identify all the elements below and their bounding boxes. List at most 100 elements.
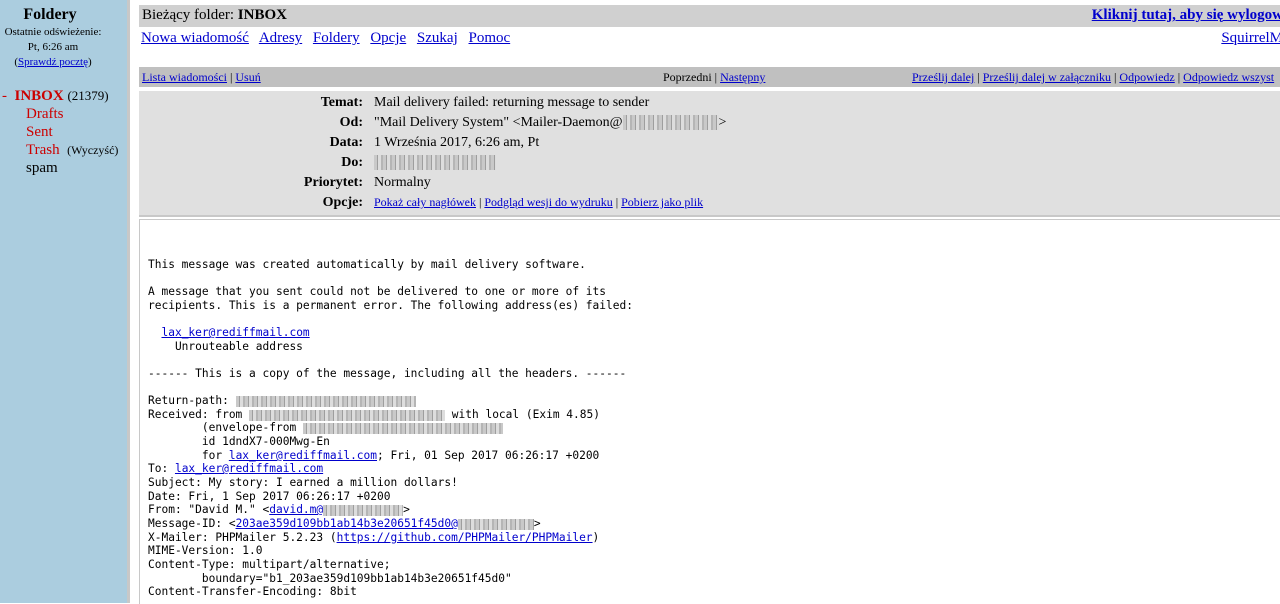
to-label: Do: xyxy=(341,155,363,170)
to-line: To: lax_ker@rediffmail.com xyxy=(148,462,323,476)
failed-address-line: lax_ker@rediffmail.com xyxy=(148,326,309,340)
last-refresh-label: Ostatnie odświeżenie: xyxy=(4,26,102,38)
priority-label: Priorytet: xyxy=(303,175,363,190)
reply-link[interactable]: Odpowiedz xyxy=(1119,70,1174,84)
purge-trash-link[interactable]: (Wyczyść) xyxy=(67,143,118,157)
redacted-return-path xyxy=(235,395,416,407)
current-folder-label: Bieżący folder: xyxy=(142,7,235,23)
folder-spam[interactable]: spam xyxy=(26,160,58,177)
received-line: Received: from with local (Exim 4.85) xyxy=(148,408,600,422)
body-line: MIME-Version: 1.0 xyxy=(148,544,263,557)
nav-addresses[interactable]: Adresy xyxy=(259,30,302,46)
return-path-line: Return-path: xyxy=(148,394,416,408)
date-label: Data: xyxy=(329,135,363,150)
header-priority-row: Priorytet: Normalny xyxy=(139,175,1280,195)
return-path-label: Return-path: xyxy=(148,394,236,407)
header-options-row: Opcje: Pokaż cały nagłówek | Podgląd wes… xyxy=(139,195,1280,215)
nav-folders[interactable]: Foldery xyxy=(313,30,360,46)
folder-sent[interactable]: Sent xyxy=(26,124,53,141)
body-line: id 1dndX7-000Mwg-En xyxy=(148,435,330,448)
date-value: 1 Września 2017, 6:26 am, Pt xyxy=(374,135,540,150)
download-as-file-link[interactable]: Pobierz jako plik xyxy=(621,195,703,209)
to-address-link[interactable]: lax_ker@rediffmail.com xyxy=(175,462,323,475)
next-link[interactable]: Następny xyxy=(720,70,765,84)
toolbar-middle: Poprzedni | Następny xyxy=(663,70,765,85)
body-line: This message was created automatically b… xyxy=(148,258,586,271)
show-full-header-link[interactable]: Pokaż cały nagłówek xyxy=(374,195,476,209)
body-line: Unrouteable address xyxy=(148,340,303,353)
for-label: for xyxy=(148,449,229,462)
nav-search[interactable]: Szukaj xyxy=(417,30,458,46)
body-line: A message that you sent could not be del… xyxy=(148,285,607,298)
nav-compose[interactable]: Nowa wiadomość xyxy=(141,30,249,46)
forward-link[interactable]: Prześlij dalej xyxy=(912,70,974,84)
folder-inbox[interactable]: - INBOX (21379) xyxy=(2,88,109,105)
current-folder-name: INBOX xyxy=(237,7,287,23)
folder-trash: Trash (Wyczyść) xyxy=(26,142,118,159)
from-line-end: > xyxy=(403,503,410,516)
for-line: for lax_ker@rediffmail.com; Fri, 01 Sep … xyxy=(148,449,599,463)
body-line: Subject: My story: I earned a million do… xyxy=(148,476,458,489)
for-date: ; Fri, 01 Sep 2017 06:26:17 +0200 xyxy=(377,449,600,462)
nav-help[interactable]: Pomoc xyxy=(469,30,511,46)
logout-link[interactable]: Kliknij tutaj, aby się wylogow xyxy=(1092,7,1280,24)
check-mail: (Sprawdź pocztę) xyxy=(14,56,92,68)
options-label: Opcje: xyxy=(322,195,363,210)
folder-sidebar: Foldery Ostatnie odświeżenie: Pt, 6:26 a… xyxy=(0,0,127,603)
message-list-link[interactable]: Lista wiadomości xyxy=(142,70,227,84)
from-line-label: From: "David M." < xyxy=(148,503,270,516)
phpmailer-link[interactable]: https://github.com/PHPMailer/PHPMailer xyxy=(337,531,593,544)
message-headers: Temat: Mail delivery failed: returning m… xyxy=(139,91,1280,217)
print-preview-link[interactable]: Podgląd wesji do wydruku xyxy=(484,195,612,209)
forward-attachment-link[interactable]: Prześlij dalej w załączniku xyxy=(983,70,1111,84)
current-folder-bar: Bieżący folder: INBOX Kliknij tutaj, aby… xyxy=(139,5,1280,27)
redacted-recipient xyxy=(374,155,496,171)
folder-inbox-label[interactable]: INBOX xyxy=(15,88,64,104)
previous-disabled: Poprzedni xyxy=(663,70,712,84)
message-id-line: Message-ID: <203ae359d109bb1ab14b3e20651… xyxy=(148,517,541,531)
message-id-label: Message-ID: < xyxy=(148,517,236,530)
message-id-link[interactable]: 203ae359d109bb1ab14b3e20651f45d0@ xyxy=(236,517,534,530)
failed-address-link[interactable]: lax_ker@rediffmail.com xyxy=(161,326,309,339)
header-to-row: Do: xyxy=(139,155,1280,175)
check-mail-link[interactable]: Sprawdź pocztę xyxy=(18,56,88,68)
folder-drafts[interactable]: Drafts xyxy=(26,106,64,123)
current-folder: Bieżący folder: INBOX xyxy=(142,7,287,24)
received-tail: with local (Exim 4.85) xyxy=(445,408,600,421)
header-date-row: Data: 1 Września 2017, 6:26 am, Pt xyxy=(139,135,1280,155)
redacted-message-domain xyxy=(457,518,534,530)
delete-link[interactable]: Usuń xyxy=(235,70,260,84)
redacted-from-domain xyxy=(323,504,404,516)
message-id-text[interactable]: 203ae359d109bb1ab14b3e20651f45d0@ xyxy=(236,517,458,530)
frame-divider[interactable] xyxy=(127,0,130,603)
xmailer-line: X-Mailer: PHPMailer 5.2.23 (https://gith… xyxy=(148,531,599,545)
from-value: "Mail Delivery System" <Mailer-Daemon@ > xyxy=(374,115,726,131)
envelope-label: (envelope-from xyxy=(148,421,303,434)
folder-trash-label[interactable]: Trash xyxy=(26,142,60,158)
main-navigation: Nowa wiadomość Adresy Foldery Opcje Szuk… xyxy=(141,30,517,47)
subject-label: Temat: xyxy=(320,95,363,110)
from-address-link[interactable]: david.m@ xyxy=(269,503,404,516)
nav-options[interactable]: Opcje xyxy=(370,30,406,46)
message-toolbar: Lista wiadomości | Usuń Poprzedni | Nast… xyxy=(139,67,1280,87)
toolbar-left: Lista wiadomości | Usuń xyxy=(142,70,261,85)
sidebar-title: Foldery xyxy=(23,6,77,23)
message-id-end: > xyxy=(533,517,541,530)
received-label: Received: from xyxy=(148,408,250,421)
header-from-row: Od: "Mail Delivery System" <Mailer-Daemo… xyxy=(139,115,1280,135)
xmailer-end: ) xyxy=(592,531,600,544)
body-line: boundary="b1_203ae359d109bb1ab14b3e20651… xyxy=(148,572,512,585)
squirrelmail-link[interactable]: SquirrelM xyxy=(1221,30,1280,47)
redacted-domain xyxy=(622,115,719,131)
from-label: Od: xyxy=(339,115,363,130)
subject-value: Mail delivery failed: returning message … xyxy=(374,95,650,110)
body-line: Content-Transfer-Encoding: 8bit xyxy=(148,585,357,598)
last-refresh-time: Pt, 6:26 am xyxy=(27,41,79,53)
from-value-text: "Mail Delivery System" <Mailer-Daemon@ xyxy=(374,115,623,130)
reply-all-link[interactable]: Odpowiedz wszyst xyxy=(1183,70,1274,84)
body-line: ------ This is a copy of the message, in… xyxy=(148,367,627,380)
for-address-link[interactable]: lax_ker@rediffmail.com xyxy=(229,449,377,462)
from-address-text[interactable]: david.m@ xyxy=(269,503,323,516)
header-subject-row: Temat: Mail delivery failed: returning m… xyxy=(139,95,1280,115)
envelope-line: (envelope-from xyxy=(148,421,503,435)
